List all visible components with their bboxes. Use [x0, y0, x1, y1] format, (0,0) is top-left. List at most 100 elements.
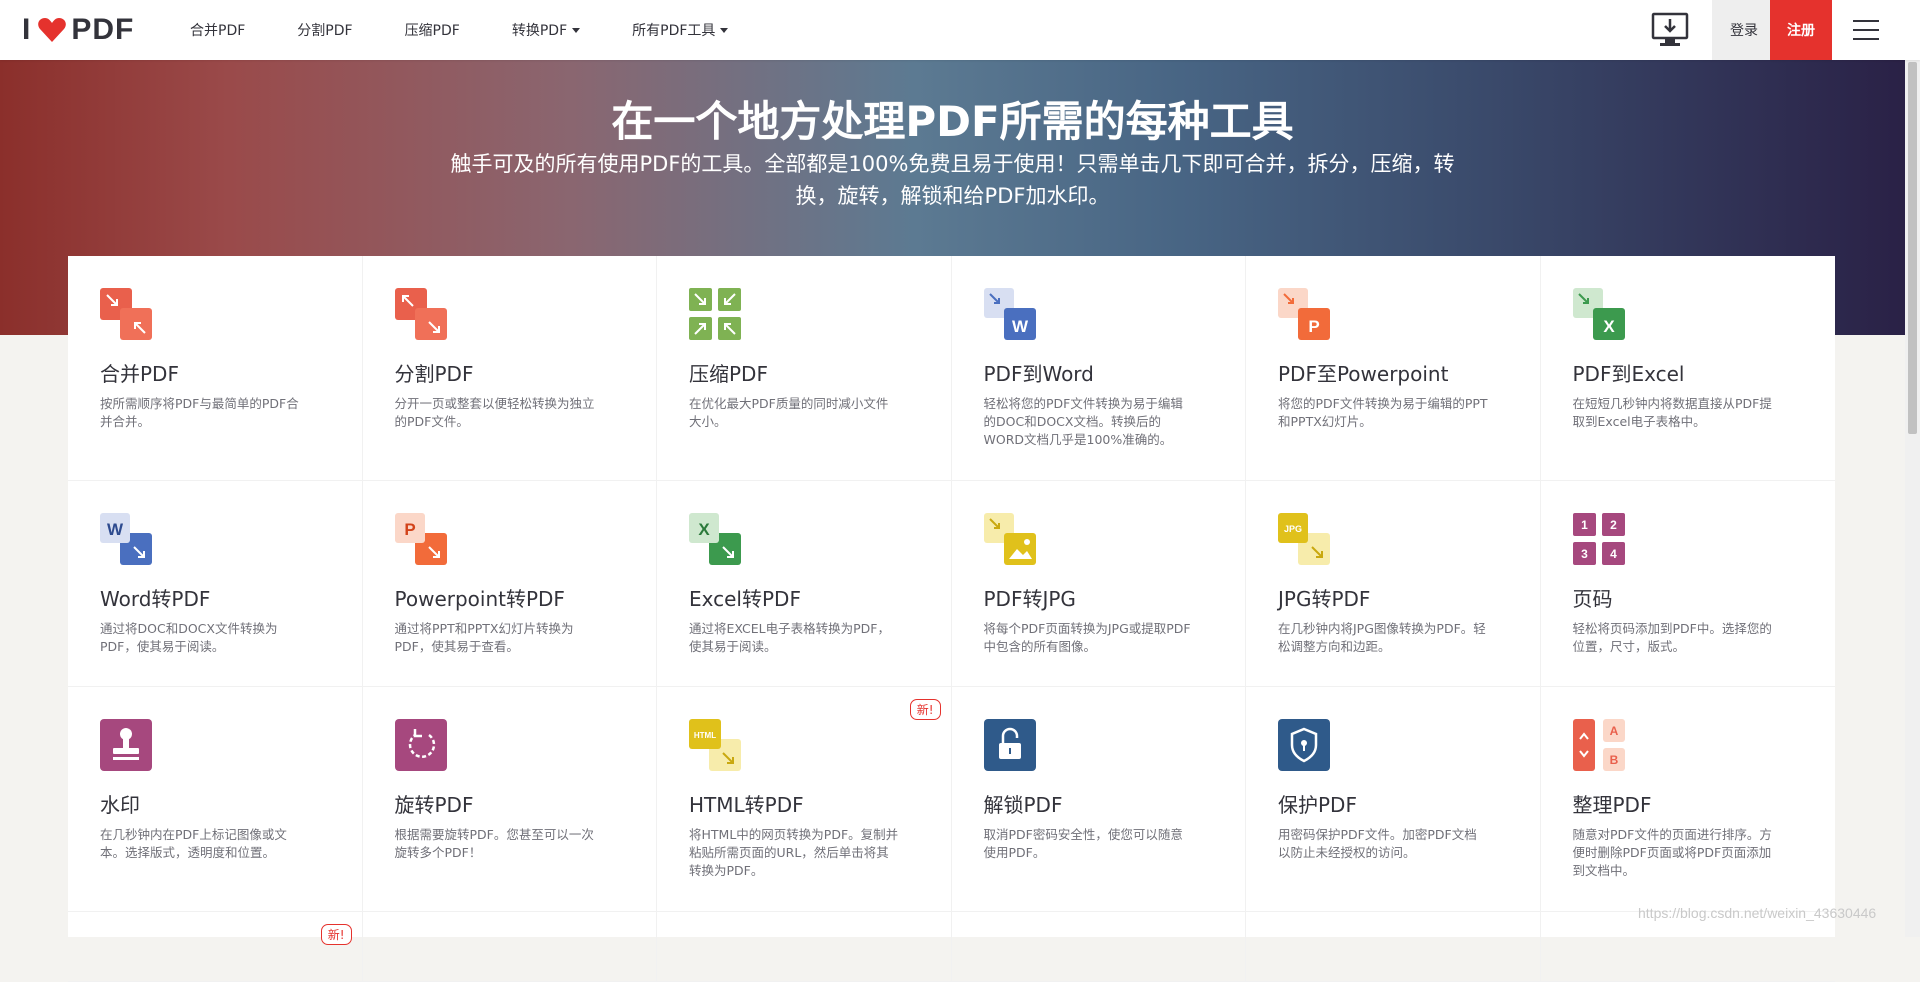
pdf-to-jpg-icon: [983, 513, 1036, 565]
tool-card-page-numbers[interactable]: 1 2 3 4 页码 轻松将页码添加到PDF中。选择您的位置，尺寸，版式。: [1540, 481, 1835, 687]
svg-text:B: B: [1609, 753, 1618, 767]
protect-shield-icon: [1278, 719, 1330, 771]
compress-icon: [689, 288, 741, 340]
tool-title: Powerpoint转PDF: [394, 587, 565, 611]
tool-card-protect[interactable]: 保护PDF 用密码保护PDF文件。加密PDF文档以防止未经授权的访问。: [1246, 687, 1541, 912]
tool-description: 随意对PDF文件的页面进行排序。方便时删除PDF页面或将PDF页面添加到文档中。: [1572, 827, 1772, 878]
tool-card-pdf-to-powerpoint[interactable]: P PDF至Powerpoint 将您的PDF文件转换为易于编辑的PPT和PPT…: [1246, 256, 1541, 481]
tool-card-excel-to-pdf[interactable]: X Excel转PDF 通过将EXCEL电子表格转换为PDF，使其易于阅读。: [657, 481, 952, 687]
tool-card-rotate[interactable]: 旋转PDF 根据需要旋转PDF。您甚至可以一次旋转多个PDF！: [362, 687, 657, 912]
svg-text:3: 3: [1581, 547, 1588, 561]
tool-card-partial[interactable]: [657, 912, 952, 982]
tool-card-organize[interactable]: A B 整理PDF 随意对PDF文件的页面进行排序。方便时删除PDF页面或将PD…: [1540, 687, 1835, 912]
signup-button[interactable]: 注册: [1770, 0, 1832, 60]
ilovepdf-logo[interactable]: I PDF: [22, 12, 134, 48]
unlock-icon: [983, 719, 1036, 771]
tool-title: 合并PDF: [100, 362, 179, 386]
heart-logo-icon: [38, 18, 67, 42]
nav-label: 转换PDF: [511, 23, 568, 39]
svg-text:JPG: JPG: [1284, 524, 1302, 534]
tool-title: 保护PDF: [1278, 793, 1357, 817]
svg-text:P: P: [1308, 317, 1319, 336]
tool-card-partial[interactable]: [1246, 912, 1541, 982]
tool-card-html-to-pdf[interactable]: 新! HTML HTML转PDF 将HTML中的网页转换为PDF。复制并粘贴所需…: [657, 687, 952, 912]
nav-item-split[interactable]: 分割PDF: [297, 20, 352, 40]
nav-item-convert[interactable]: 转换PDF: [511, 20, 581, 40]
tool-title: PDF转JPG: [983, 587, 1076, 611]
desktop-download-icon[interactable]: [1650, 12, 1690, 48]
page-numbers-icon: 1 2 3 4: [1572, 513, 1625, 565]
tool-description: 按所需顺序将PDF与最简单的PDF合并合并。: [100, 396, 299, 429]
tool-description: 在几秒钟内将JPG图像转换为PDF。轻松调整方向和边距。: [1278, 621, 1486, 654]
split-icon: [394, 288, 447, 340]
tool-card-pdf-to-jpg[interactable]: PDF转JPG 将每个PDF页面转换为JPG或提取PDF中包含的所有图像。: [951, 481, 1246, 687]
blog-watermark: https://blog.csdn.net/weixin_43630446: [1638, 905, 1877, 921]
tool-card-pdf-to-excel[interactable]: X PDF到Excel 在短短几秒钟内将数据直接从PDF提取到Excel电子表格…: [1540, 256, 1835, 481]
svg-text:X: X: [698, 520, 710, 539]
merge-icon: [100, 288, 152, 340]
svg-text:2: 2: [1610, 518, 1617, 532]
scrollbar-thumb[interactable]: [1908, 62, 1917, 434]
tool-title: 压缩PDF: [689, 362, 768, 386]
tool-description: 轻松将您的PDF文件转换为易于编辑的DOC和DOCX文档。转换后的WORD文档几…: [983, 396, 1183, 447]
jpg-to-pdf-icon: JPG: [1278, 513, 1330, 565]
html-to-pdf-icon: HTML: [689, 719, 741, 771]
tool-card-compress[interactable]: 压缩PDF 在优化最大PDF质量的同时减小文件大小。: [657, 256, 952, 481]
tool-card-partial[interactable]: [362, 912, 657, 982]
tool-title: 分割PDF: [394, 362, 474, 386]
tool-card-powerpoint-to-pdf[interactable]: P Powerpoint转PDF 通过将PPT和PPTX幻灯片转换为PDF，使其…: [362, 481, 657, 687]
tool-title: PDF至Powerpoint: [1278, 362, 1449, 386]
nav-item-all-tools[interactable]: 所有PDF工具: [632, 20, 729, 40]
main-nav: 合并PDF 分割PDF 压缩PDF 转换PDF 所有PDF工具: [190, 0, 780, 60]
svg-text:1: 1: [1581, 518, 1588, 532]
powerpoint-to-pdf-icon: P: [394, 513, 447, 565]
login-button[interactable]: 登录: [1712, 0, 1776, 60]
tool-description: 用密码保护PDF文件。加密PDF文档以防止未经授权的访问。: [1278, 827, 1477, 860]
tool-card-merge[interactable]: 合并PDF 按所需顺序将PDF与最简单的PDF合并合并。: [68, 256, 363, 481]
logo-letter: I: [22, 13, 32, 46]
tool-description: 将HTML中的网页转换为PDF。复制并粘贴所需页面的URL，然后单击将其转换为P…: [689, 827, 899, 878]
tool-title: 解锁PDF: [983, 793, 1063, 817]
tool-card-jpg-to-pdf[interactable]: JPG JPG转PDF 在几秒钟内将JPG图像转换为PDF。轻松调整方向和边距。: [1246, 481, 1541, 687]
tool-title: PDF到Excel: [1572, 362, 1685, 386]
tool-card-watermark[interactable]: 水印 在几秒钟内在PDF上标记图像或文本。选择版式，透明度和位置。: [68, 687, 363, 912]
tool-description: 在短短几秒钟内将数据直接从PDF提取到Excel电子表格中。: [1572, 396, 1772, 429]
page-scrollbar[interactable]: [1905, 0, 1920, 937]
tool-description: 将每个PDF页面转换为JPG或提取PDF中包含的所有图像。: [983, 621, 1191, 654]
tool-title: 水印: [100, 793, 140, 817]
nav-item-compress[interactable]: 压缩PDF: [405, 20, 460, 40]
tool-description: 轻松将页码添加到PDF中。选择您的位置，尺寸，版式。: [1572, 621, 1772, 654]
tool-title: Excel转PDF: [689, 587, 801, 611]
tool-title: Word转PDF: [100, 587, 211, 611]
tool-title: 旋转PDF: [394, 793, 474, 817]
tool-description: 取消PDF密码安全性，使您可以随意使用PDF。: [983, 827, 1183, 860]
tool-card-partial[interactable]: [1540, 912, 1835, 982]
top-navbar: I PDF 合并PDF 分割PDF 压缩PDF 转换PDF 所有PDF工具 登录…: [0, 0, 1920, 60]
organize-icon: A B: [1572, 719, 1625, 771]
tool-card-split[interactable]: 分割PDF 分开一页或整套以便轻松转换为独立的PDF文件。: [362, 256, 657, 481]
watermark-stamp-icon: [100, 719, 152, 771]
tool-card-pdf-to-word[interactable]: W PDF到Word 轻松将您的PDF文件转换为易于编辑的DOC和DOCX文档。…: [951, 256, 1246, 481]
tool-description: 通过将PPT和PPTX幻灯片转换为PDF，使其易于查看。: [394, 621, 574, 654]
svg-text:W: W: [1011, 317, 1028, 336]
tool-title: HTML转PDF: [689, 793, 804, 817]
svg-text:A: A: [1609, 724, 1618, 738]
tool-description: 在优化最大PDF质量的同时减小文件大小。: [689, 396, 889, 429]
tool-title: 整理PDF: [1572, 793, 1652, 817]
tool-title: JPG转PDF: [1278, 587, 1371, 611]
tool-card-partial[interactable]: 新!: [68, 912, 363, 982]
nav-label: 合并PDF: [190, 23, 246, 39]
tool-card-partial[interactable]: [951, 912, 1246, 982]
hero-title: 在一个地方处理PDF所需的每种工具: [611, 97, 1294, 146]
svg-text:P: P: [404, 520, 415, 539]
tool-title: PDF到Word: [983, 362, 1094, 386]
nav-label: 压缩PDF: [404, 23, 460, 39]
hamburger-menu-icon[interactable]: [1853, 16, 1879, 44]
tool-card-word-to-pdf[interactable]: W Word转PDF 通过将DOC和DOCX文件转换为PDF，使其易于阅读。: [68, 481, 363, 687]
caret-down-icon: [572, 27, 581, 33]
pdf-to-excel-icon: X: [1572, 288, 1625, 340]
tool-card-unlock[interactable]: 解锁PDF 取消PDF密码安全性，使您可以随意使用PDF。: [951, 687, 1246, 912]
svg-text:HTML: HTML: [694, 731, 716, 740]
nav-item-merge[interactable]: 合并PDF: [190, 20, 245, 40]
new-badge: 新!: [909, 699, 941, 720]
